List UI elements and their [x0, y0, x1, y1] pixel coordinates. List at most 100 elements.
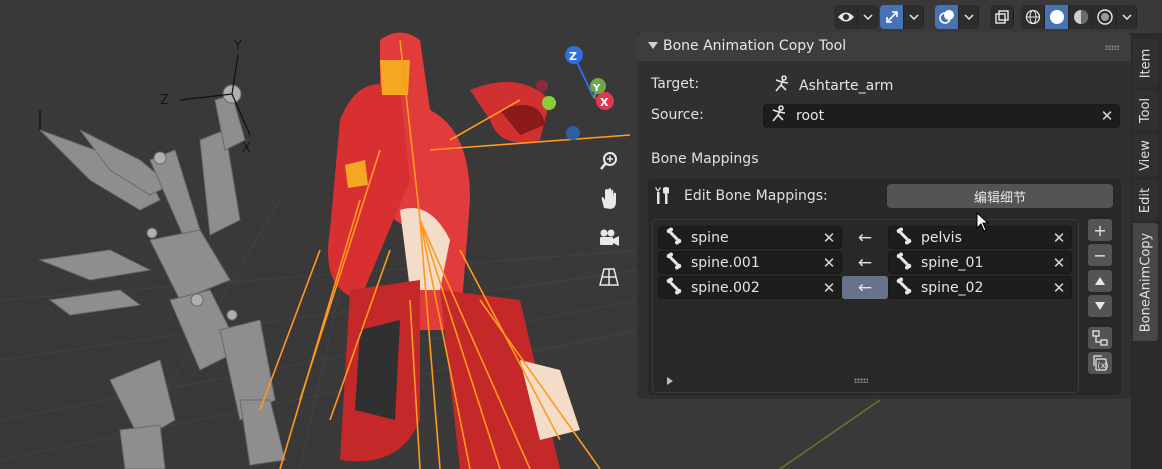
eye-icon[interactable]	[834, 5, 858, 29]
move-up-button[interactable]	[1088, 270, 1112, 292]
shading-modes[interactable]	[1021, 5, 1137, 29]
hierarchy-icon	[1092, 330, 1108, 346]
camera-icon[interactable]	[596, 225, 622, 251]
copy-fx-icon: (x)	[1093, 355, 1109, 371]
mouse-cursor-icon	[976, 212, 990, 232]
rendered-shading-icon[interactable]	[1093, 5, 1117, 29]
map-arrow-button-selected[interactable]: ←	[842, 276, 888, 299]
transform-gizmo-icon[interactable]	[880, 5, 904, 29]
gizmo-x-label: X	[600, 96, 609, 109]
triangle-up-icon	[1095, 277, 1105, 285]
overlay-dropdown[interactable]	[935, 5, 979, 29]
list-resize-grip-icon[interactable]	[854, 378, 868, 383]
panel-header[interactable]: Bone Animation Copy Tool	[637, 33, 1131, 61]
panel-title: Bone Animation Copy Tool	[663, 38, 847, 54]
tab-label: Tool	[1138, 97, 1154, 123]
zoom-icon[interactable]	[596, 148, 622, 174]
close-icon[interactable]: ✕	[1052, 229, 1066, 247]
collapse-triangle-icon[interactable]	[648, 42, 658, 49]
navigation-gizmo: Z Y X	[536, 46, 614, 140]
tab-item[interactable]: Item	[1133, 39, 1158, 87]
edit-mappings-label: Edit Bone Mappings:	[684, 188, 828, 204]
target-bone-name: spine.002	[691, 279, 760, 296]
close-icon[interactable]: ✕	[1052, 279, 1066, 297]
wrench-screwdriver-icon	[653, 186, 673, 210]
source-label: Source:	[651, 107, 704, 123]
close-icon[interactable]: ✕	[1052, 254, 1066, 272]
map-arrow-button[interactable]: ←	[842, 226, 888, 249]
expand-triangle-icon[interactable]	[667, 377, 673, 385]
sidebar-tabs: Item Tool View Edit BoneAnimCopy	[1131, 33, 1162, 469]
source-bone-name: spine_02	[921, 279, 984, 296]
tab-tool[interactable]: Tool	[1133, 90, 1158, 130]
table-row-target[interactable]: spine ✕	[658, 226, 842, 249]
bone-icon	[665, 252, 683, 274]
chevron-down-icon[interactable]	[959, 5, 979, 29]
gizmo-y-label: Y	[592, 83, 601, 94]
tab-label: Edit	[1138, 187, 1153, 213]
chevron-down-icon[interactable]	[858, 5, 878, 29]
hierarchy-button[interactable]	[1088, 327, 1112, 349]
y-axis-line	[779, 399, 881, 469]
tab-label: BoneAnimCopy	[1138, 232, 1153, 332]
table-row-target[interactable]: spine.001 ✕	[658, 251, 842, 274]
grid-perspective-icon[interactable]	[596, 264, 622, 290]
source-field[interactable]: root ✕	[763, 104, 1120, 128]
source-name: root	[796, 108, 825, 124]
bone-icon	[895, 277, 913, 299]
edit-details-button[interactable]: 编辑细节	[887, 184, 1113, 208]
xray-icon[interactable]	[990, 5, 1014, 29]
chevron-down-icon[interactable]	[1117, 5, 1137, 29]
bone-icon	[895, 227, 913, 249]
remove-mapping-button[interactable]: −	[1088, 244, 1112, 266]
map-arrow-button[interactable]: ←	[842, 251, 888, 274]
bone-mappings-heading: Bone Mappings	[651, 151, 759, 167]
character-model	[328, 32, 580, 469]
tab-label: Item	[1138, 48, 1153, 78]
chevron-down-icon[interactable]	[904, 5, 924, 29]
svg-text:(x): (x)	[1098, 361, 1109, 370]
target-bone-name: spine.001	[691, 254, 760, 271]
triangle-down-icon	[1095, 302, 1105, 310]
tab-label: View	[1138, 139, 1154, 171]
target-value[interactable]: Ashtarte_arm	[773, 75, 893, 97]
svg-text:Y: Y	[233, 39, 242, 54]
wireframe-shading-icon[interactable]	[1021, 5, 1045, 29]
armature-icon	[773, 75, 791, 97]
move-down-button[interactable]	[1088, 295, 1112, 317]
source-bone-name: pelvis	[921, 229, 962, 246]
grey-armature-axes	[39, 54, 251, 136]
table-row-source[interactable]: spine_02 ✕	[888, 276, 1072, 299]
overlay-icon[interactable]	[935, 5, 959, 29]
svg-text:X: X	[242, 141, 251, 156]
xray-toggle[interactable]	[990, 5, 1014, 29]
hand-pan-icon[interactable]	[596, 186, 622, 212]
tab-view[interactable]: View	[1133, 133, 1158, 177]
svg-text:Z: Z	[160, 93, 169, 108]
gizmo-z-label: Z	[569, 50, 577, 63]
bone-icon	[895, 252, 913, 274]
armature-icon	[770, 105, 788, 127]
add-mapping-button[interactable]: +	[1088, 219, 1112, 241]
material-preview-icon[interactable]	[1069, 5, 1093, 29]
source-bone-name: spine_01	[921, 254, 984, 271]
tab-boneanimcopy[interactable]: BoneAnimCopy	[1133, 223, 1158, 341]
bone-icon	[665, 227, 683, 249]
copy-expression-button[interactable]: (x)	[1088, 352, 1112, 374]
target-bone-name: spine	[691, 229, 729, 246]
sidebar-panel: Bone Animation Copy Tool Target: Ashtart…	[637, 33, 1131, 399]
close-icon[interactable]: ✕	[822, 279, 836, 297]
tab-edit[interactable]: Edit	[1133, 180, 1158, 220]
close-icon[interactable]: ✕	[1100, 107, 1114, 125]
close-icon[interactable]: ✕	[822, 254, 836, 272]
drag-handle-icon[interactable]	[1105, 45, 1119, 50]
visibility-dropdown[interactable]	[834, 5, 878, 29]
target-label: Target:	[651, 76, 700, 92]
table-row-source[interactable]: spine_01 ✕	[888, 251, 1072, 274]
bone-icon	[665, 277, 683, 299]
solid-shading-icon[interactable]	[1045, 5, 1069, 29]
close-icon[interactable]: ✕	[822, 229, 836, 247]
gizmo-dropdown[interactable]	[880, 5, 924, 29]
table-row-target[interactable]: spine.002 ✕	[658, 276, 842, 299]
target-name: Ashtarte_arm	[799, 78, 894, 94]
